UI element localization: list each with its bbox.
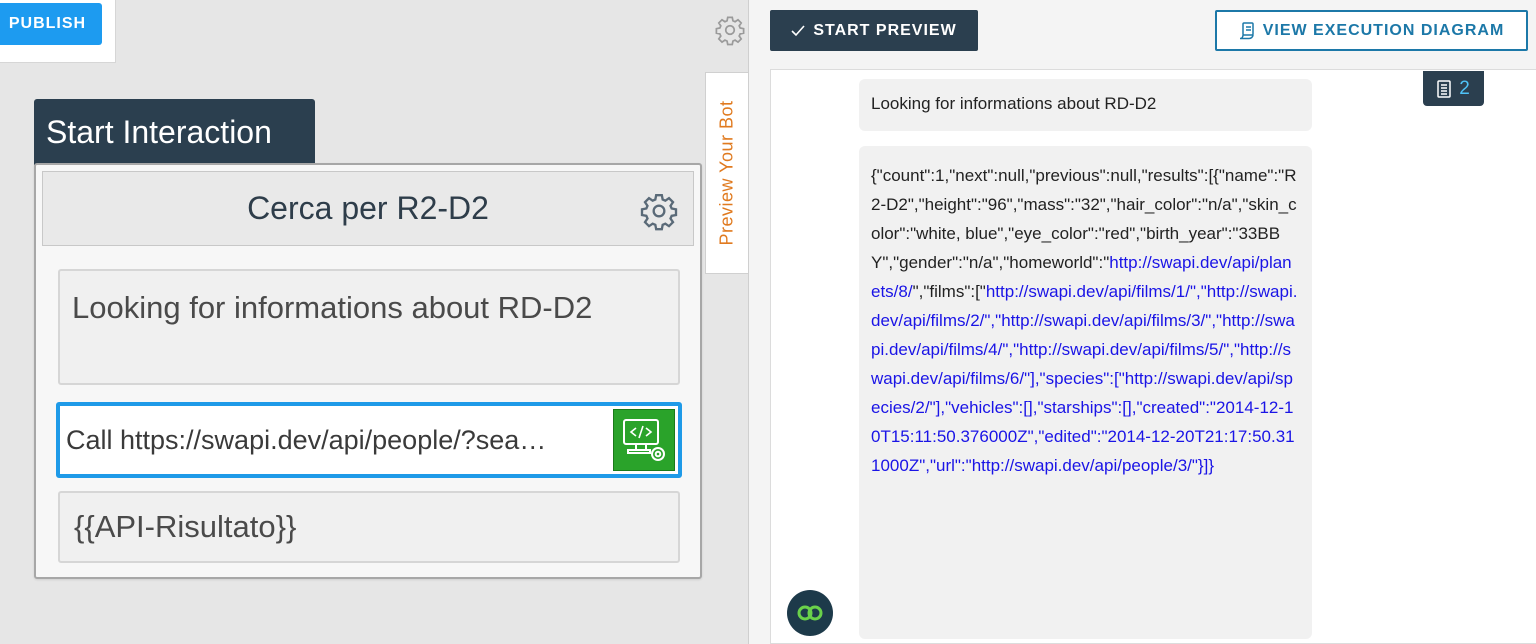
json-text: "," — [1002, 340, 1020, 359]
json-text: "," — [984, 311, 1002, 330]
json-text: "}]} — [1191, 456, 1215, 475]
json-text: "," — [1189, 282, 1207, 301]
counter-value: 2 — [1459, 77, 1470, 99]
start-preview-button[interactable]: START PREVIEW — [770, 10, 978, 51]
flow-canvas[interactable]: PUBLISH Start Interaction Cerca per R2-D… — [0, 0, 705, 644]
interaction-block[interactable]: Cerca per R2-D2 Looking for informations… — [34, 163, 702, 579]
start-interaction-tab[interactable]: Start Interaction — [34, 99, 315, 165]
diagram-icon — [1239, 21, 1254, 39]
gear-icon[interactable] — [639, 191, 679, 231]
block-header[interactable]: Cerca per R2-D2 — [42, 171, 694, 246]
settings-gear-icon[interactable] — [714, 14, 746, 46]
check-icon — [791, 24, 805, 36]
api-call-card[interactable]: Call https://swapi.dev/api/people/?sea… — [56, 402, 682, 478]
chat-area[interactable]: 2 Looking for informations about RD-D2 {… — [770, 69, 1536, 644]
json-text: "," — [1223, 340, 1241, 359]
code-monitor-icon — [613, 409, 675, 471]
diagram-button-label: VIEW EXECUTION DIAGRAM — [1262, 21, 1505, 39]
view-execution-diagram-button[interactable]: VIEW EXECUTION DIAGRAM — [1215, 10, 1528, 51]
json-link[interactable]: http://swapi.dev/api/people/3/ — [972, 456, 1192, 475]
api-result-card[interactable]: {{API-Risultato}} — [58, 491, 680, 563]
preview-your-bot-tab[interactable]: Preview Your Bot — [705, 72, 748, 274]
api-call-label: Call https://swapi.dev/api/people/?sea… — [66, 424, 547, 455]
chat-message-user: Looking for informations about RD-D2 — [859, 79, 1312, 131]
json-link[interactable]: http://swapi.dev/api/films/3/ — [1001, 311, 1205, 330]
json-text: ","films":[" — [912, 282, 986, 301]
publish-button[interactable]: PUBLISH — [0, 3, 102, 45]
block-title: Cerca per R2-D2 — [247, 190, 489, 226]
preview-panel: START PREVIEW VIEW EXECUTION DIAGRAM 2 L… — [749, 0, 1536, 644]
message-counter-badge[interactable]: 2 — [1423, 71, 1484, 106]
publish-container: PUBLISH — [0, 0, 116, 63]
chat-message-bot: {"count":1,"next":null,"previous":null,"… — [859, 146, 1312, 639]
document-icon — [1437, 79, 1451, 98]
json-text: "],"species":[" — [1024, 369, 1125, 388]
json-text: "," — [1205, 311, 1223, 330]
text-message-card[interactable]: Looking for informations about RD-D2 — [58, 269, 680, 385]
start-preview-label: START PREVIEW — [813, 21, 957, 39]
json-link[interactable]: http://swapi.dev/api/films/5/ — [1019, 340, 1223, 359]
preview-tab-label: Preview Your Bot — [716, 100, 737, 246]
json-link[interactable]: http://swapi.dev/api/films/1/ — [986, 282, 1190, 301]
infinity-logo-icon — [797, 605, 823, 621]
bot-avatar — [787, 590, 833, 636]
